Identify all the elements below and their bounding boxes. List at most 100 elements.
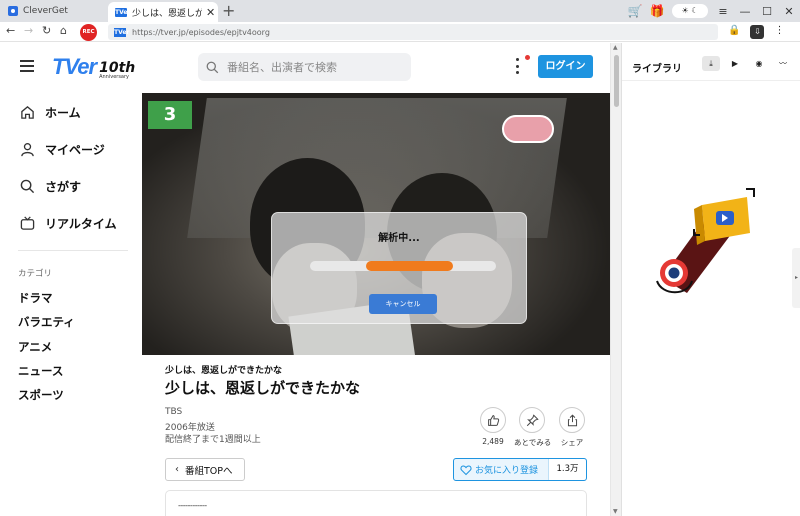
window-controls: 🛒 🎁 ☀ ☾ ≡ — ☐ ✕	[624, 0, 800, 22]
share-icon	[567, 414, 577, 426]
watch-later-button[interactable]: あとでみる	[514, 407, 552, 448]
tv-icon	[20, 216, 35, 230]
category-news[interactable]: ニュース	[18, 363, 63, 379]
episode-title: 少しは、恩返しができたかな	[165, 379, 361, 397]
url-favicon-icon: TVer	[114, 27, 130, 37]
hamburger-menu-icon[interactable]	[20, 60, 34, 72]
theme-toggle[interactable]: ☀ ☾	[672, 4, 708, 18]
audio-icon[interactable]: ◉	[750, 56, 768, 71]
episode-channel: TBS	[165, 407, 183, 417]
address-bar[interactable]: TVer https://tver.jp/episodes/epjtv4oorg	[108, 24, 718, 40]
chevron-left-icon: ‹	[175, 464, 179, 475]
watch-later-label: あとでみる	[514, 438, 552, 447]
video-badge	[502, 115, 554, 143]
search-input[interactable]: 番組名、出演者で検索	[198, 53, 411, 81]
episode-expire: 配信終了まで1週間以上	[165, 435, 261, 445]
record-button[interactable]: REC	[80, 24, 97, 41]
library-tabs: ⤓ ▶ ◉ 〰	[702, 56, 792, 71]
sidebar-item-search[interactable]: さがす	[20, 178, 81, 195]
anniversary-number: 10th	[99, 60, 136, 76]
menu-icon[interactable]: ≡	[712, 5, 734, 18]
login-button[interactable]: ログイン	[538, 55, 593, 78]
sidebar-divider	[18, 250, 128, 251]
app-tab-title: CleverGet	[23, 6, 68, 16]
sidebar-item-realtime[interactable]: リアルタイム	[20, 215, 117, 232]
category-drama[interactable]: ドラマ	[18, 290, 53, 306]
heart-icon	[460, 464, 472, 475]
active-tab[interactable]: TVer 少しは、恩返しができ ✕	[108, 2, 218, 22]
search-placeholder: 番組名、出演者で検索	[227, 61, 337, 74]
program-top-label: 番組TOPへ	[185, 465, 233, 477]
back-arrow-icon[interactable]: ←	[6, 24, 15, 37]
home-nav-icon[interactable]: ⌂	[60, 24, 67, 37]
user-icon	[21, 143, 34, 157]
share-button[interactable]: シェア	[554, 407, 590, 448]
sidebar-item-mypage[interactable]: マイページ	[20, 141, 105, 158]
anniversary-text: Anniversary	[99, 74, 130, 80]
app-tab[interactable]: CleverGet	[0, 0, 105, 22]
close-window-icon[interactable]: ✕	[778, 5, 800, 18]
sidebar-item-label: さがす	[45, 180, 82, 194]
video-sticker: 3	[148, 101, 192, 129]
cleverget-logo-icon	[8, 6, 18, 16]
scroll-up-icon[interactable]: ▲	[613, 44, 618, 51]
url-text: https://tver.jp/episodes/epjtv4oorg	[132, 27, 270, 37]
sidebar-item-home[interactable]: ホーム	[20, 104, 81, 121]
title-bar: CleverGet TVer 少しは、恩返しができ ✕ + 🛒 🎁 ☀ ☾ ≡ …	[0, 0, 800, 22]
tver-logo[interactable]: TVer 10th Anniversary	[52, 54, 135, 80]
gift-icon[interactable]: 🎁	[646, 4, 668, 18]
library-title: ライブラリ	[632, 64, 682, 75]
analysis-dialog: 解析中... キャンセル	[271, 212, 527, 324]
video-icon[interactable]: ▶	[726, 56, 744, 71]
description-text: ------------	[178, 501, 207, 510]
sidebar-item-label: リアルタイム	[45, 217, 117, 231]
web-content: TVer 10th Anniversary 番組名、出演者で検索 ログイン ホー…	[0, 43, 621, 516]
empty-library-illustration-icon	[656, 188, 755, 294]
lock-icon[interactable]: 🔒	[728, 25, 740, 39]
favorite-button[interactable]: お気に入り登録 1.3万	[453, 458, 587, 481]
podcast-icon[interactable]: 〰	[774, 56, 792, 71]
category-anime[interactable]: アニメ	[18, 339, 52, 355]
analysis-progress-fill	[365, 261, 454, 271]
kebab-menu-icon[interactable]	[515, 58, 519, 74]
library-panel: ライブラリ ⤓ ▶ ◉ 〰 ▸	[621, 43, 800, 516]
tab-favicon-icon: TVer	[115, 7, 131, 17]
description-box: ------------	[165, 490, 587, 516]
category-variety[interactable]: バラエティ	[18, 314, 75, 330]
maximize-icon[interactable]: ☐	[756, 5, 778, 18]
close-tab-icon[interactable]: ✕	[206, 6, 215, 19]
reload-icon[interactable]: ↻	[42, 24, 51, 37]
video-player[interactable]: 3 解析中... キャンセル	[142, 93, 610, 355]
favorite-label: お気に入り登録	[475, 466, 539, 476]
forward-arrow-icon[interactable]: →	[24, 24, 33, 37]
active-tab-title: 少しは、恩返しができ	[132, 8, 202, 19]
thumbs-up-icon	[487, 414, 499, 426]
new-tab-icon[interactable]: +	[222, 1, 235, 20]
like-count: 2,489	[482, 437, 504, 446]
program-top-button[interactable]: ‹ 番組TOPへ	[165, 458, 245, 481]
cancel-button[interactable]: キャンセル	[369, 294, 437, 314]
page-scrollbar[interactable]: ▲ ▼	[610, 43, 621, 516]
pin-icon	[526, 413, 539, 426]
sidebar-item-label: マイページ	[45, 143, 105, 157]
scroll-down-icon[interactable]: ▼	[613, 508, 618, 515]
panel-divider	[622, 80, 800, 81]
tver-logo-text: TVer	[52, 54, 97, 79]
navigation-bar: ← → ↻ ⌂ REC TVer https://tver.jp/episode…	[0, 22, 800, 42]
search-icon	[206, 61, 219, 73]
analysis-progress-bar	[310, 261, 496, 271]
category-sports[interactable]: スポーツ	[18, 387, 64, 403]
cart-icon[interactable]: 🛒	[624, 4, 646, 18]
scroll-thumb[interactable]	[614, 55, 619, 107]
more-options-icon[interactable]: ⋮	[774, 25, 784, 39]
category-title: カテゴリ	[18, 269, 53, 279]
home-icon	[21, 106, 34, 119]
search-icon	[20, 179, 35, 194]
nav-right-tools: 🔒 ⇩ ⋮	[728, 25, 784, 39]
minimize-icon[interactable]: —	[734, 5, 756, 18]
download-extension-icon[interactable]: ⇩	[750, 25, 765, 39]
panel-collapse-handle[interactable]: ▸	[792, 248, 800, 308]
download-icon[interactable]: ⤓	[702, 56, 720, 71]
like-button[interactable]: 2,489	[475, 407, 511, 446]
share-label: シェア	[560, 438, 584, 447]
